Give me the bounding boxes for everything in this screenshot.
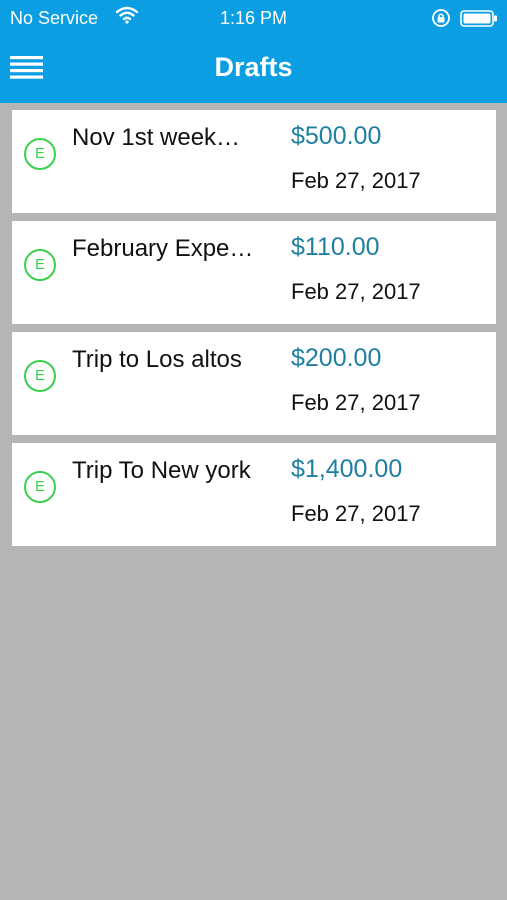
draft-name: Trip To New york bbox=[72, 457, 251, 484]
draft-item[interactable]: E Trip To New york $1,400.00 Feb 27, 201… bbox=[12, 443, 496, 546]
expense-badge-icon: E bbox=[24, 360, 56, 392]
rotation-lock-icon bbox=[431, 8, 451, 33]
draft-name: Nov 1st week… bbox=[72, 124, 241, 151]
expense-badge-icon: E bbox=[24, 138, 56, 170]
draft-amount: $200.00 bbox=[291, 344, 382, 372]
draft-amount: $1,400.00 bbox=[291, 455, 403, 483]
drafts-list: E Nov 1st week… $500.00 Feb 27, 2017 E F… bbox=[12, 110, 496, 554]
expense-badge-icon: E bbox=[24, 471, 56, 503]
battery-icon bbox=[460, 10, 498, 32]
draft-date: Feb 27, 2017 bbox=[291, 168, 421, 193]
draft-date: Feb 27, 2017 bbox=[291, 390, 421, 415]
draft-item[interactable]: E February Expe… $110.00 Feb 27, 2017 bbox=[12, 221, 496, 324]
draft-name: February Expe… bbox=[72, 235, 254, 262]
draft-item[interactable]: E Nov 1st week… $500.00 Feb 27, 2017 bbox=[12, 110, 496, 213]
page-title: Drafts bbox=[214, 52, 293, 82]
draft-item[interactable]: E Trip to Los altos $200.00 Feb 27, 2017 bbox=[12, 332, 496, 435]
expense-badge-icon: E bbox=[24, 249, 56, 281]
status-bar: No Service 1:16 PM bbox=[0, 0, 507, 36]
draft-amount: $500.00 bbox=[291, 122, 382, 150]
nav-header: No Service 1:16 PM Drafts bbox=[0, 0, 507, 103]
draft-date: Feb 27, 2017 bbox=[291, 501, 421, 526]
draft-amount: $110.00 bbox=[291, 233, 380, 261]
draft-name: Trip to Los altos bbox=[72, 346, 242, 373]
draft-date: Feb 27, 2017 bbox=[291, 279, 421, 304]
